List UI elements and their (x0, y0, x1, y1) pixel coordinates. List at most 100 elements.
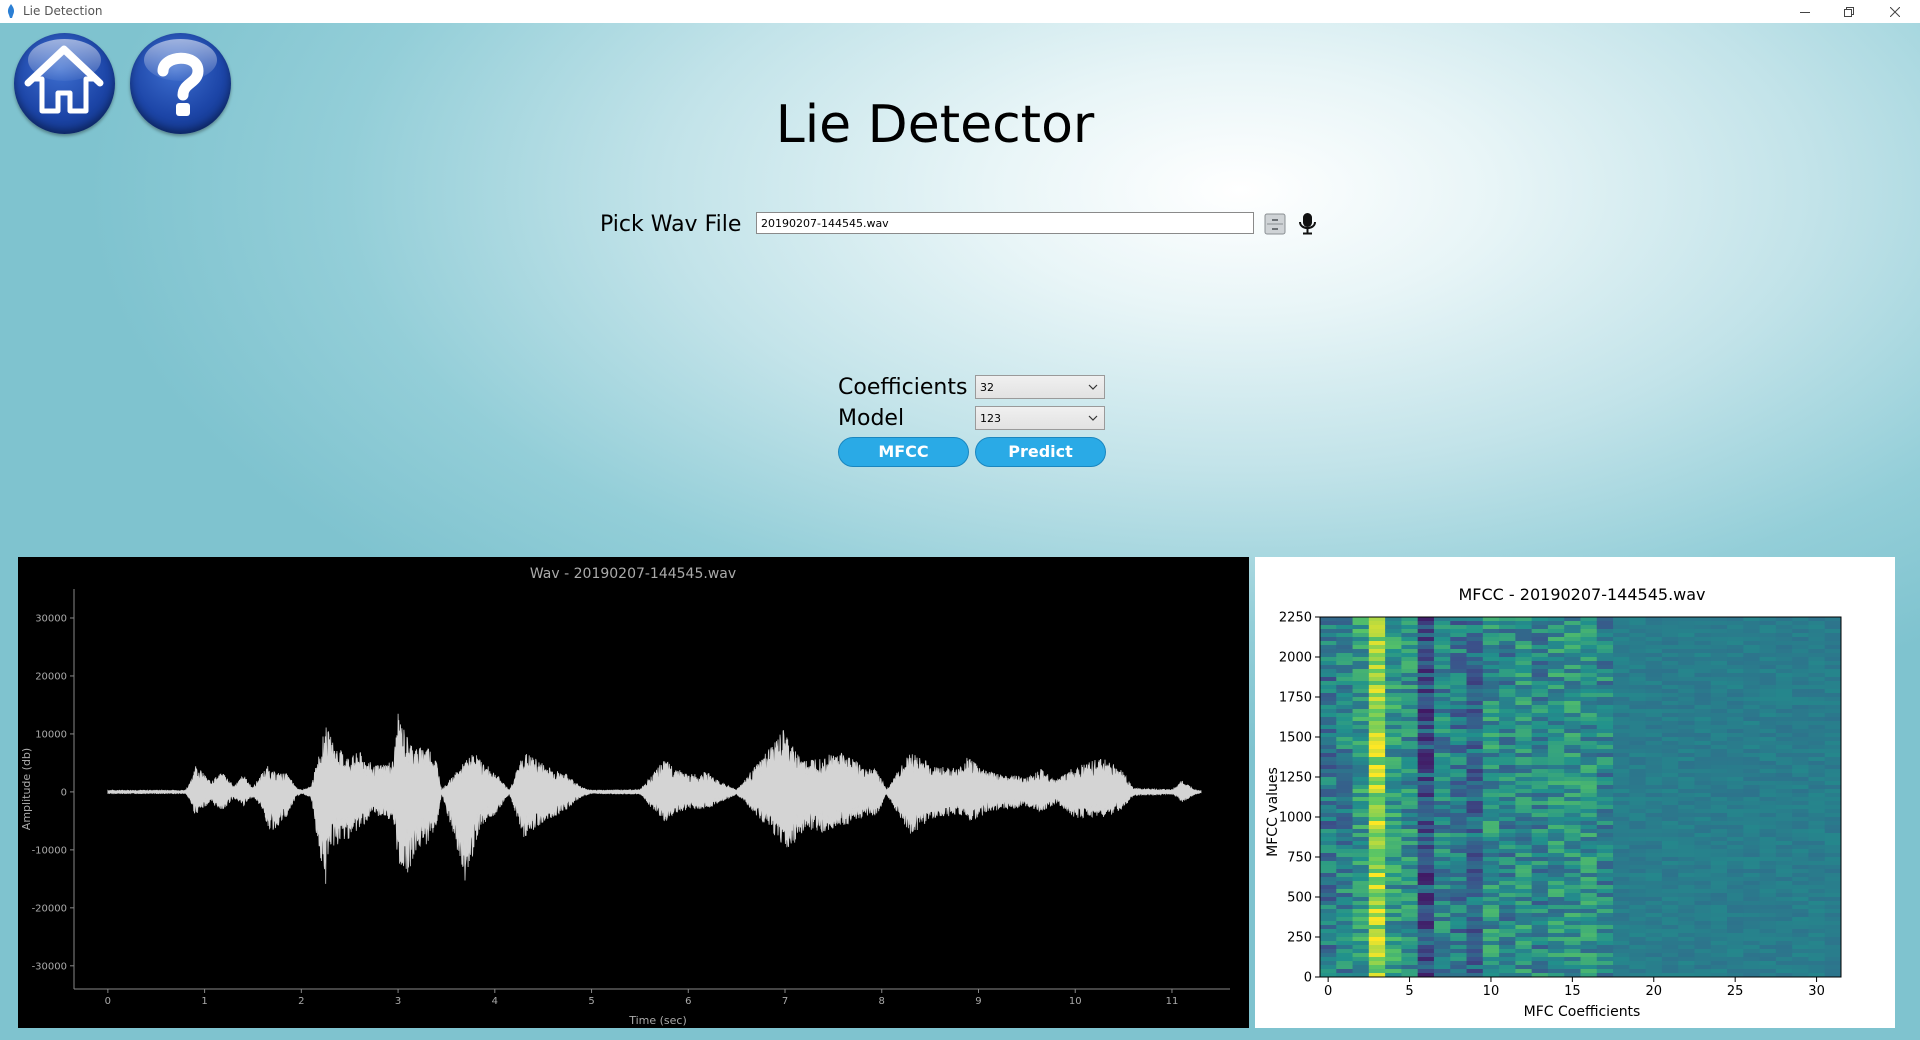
heatmap-cell (1482, 873, 1500, 878)
heatmap-cell (1824, 869, 1842, 874)
heatmap-cell (1320, 717, 1337, 722)
heatmap-cell (1450, 805, 1468, 810)
heatmap-cell (1417, 789, 1435, 794)
heatmap-cell (1450, 897, 1468, 902)
heatmap-cell (1433, 841, 1451, 846)
coefficients-select[interactable]: 32 (975, 375, 1105, 399)
heatmap-cell (1547, 685, 1565, 690)
heatmap-cell (1824, 913, 1842, 918)
heatmap-cell (1710, 793, 1728, 798)
heatmap-cell (1596, 861, 1614, 866)
heatmap-cell (1450, 785, 1468, 790)
heatmap-cell (1580, 725, 1598, 730)
heatmap-cell (1759, 753, 1777, 758)
heatmap-cell (1629, 693, 1647, 698)
heatmap-cell (1792, 941, 1809, 946)
wav-file-input[interactable] (756, 212, 1254, 234)
y-tick-label: 1250 (1279, 771, 1312, 786)
heatmap-cell (1743, 833, 1761, 838)
heatmap-cell (1368, 905, 1386, 910)
heatmap-cell (1743, 657, 1761, 662)
heatmap-cell (1433, 761, 1451, 766)
heatmap-cell (1775, 617, 1793, 622)
heatmap-cell (1759, 813, 1777, 818)
heatmap-cell (1808, 737, 1826, 742)
heatmap-cell (1352, 857, 1370, 862)
heatmap-cell (1417, 701, 1435, 706)
heatmap-cell (1645, 969, 1663, 974)
heatmap-cell (1499, 733, 1516, 738)
heatmap-cell (1482, 733, 1500, 738)
heatmap-cell (1531, 681, 1549, 686)
heatmap-cell (1743, 857, 1761, 862)
heatmap-cell (1352, 849, 1370, 854)
heatmap-cell (1824, 697, 1842, 702)
heatmap-cell (1580, 901, 1598, 906)
heatmap-cell (1629, 621, 1647, 626)
heatmap-cell (1629, 853, 1647, 858)
heatmap-cell (1743, 673, 1761, 678)
heatmap-cell (1661, 917, 1679, 922)
heatmap-cell (1368, 765, 1386, 770)
heatmap-cell (1808, 849, 1826, 854)
heatmap-cell (1401, 865, 1419, 870)
heatmap-cell (1433, 705, 1451, 710)
heatmap-cell (1466, 633, 1484, 638)
heatmap-cell (1743, 737, 1761, 742)
mfcc-button[interactable]: MFCC (838, 437, 969, 467)
heatmap-cell (1694, 921, 1712, 926)
heatmap-cell (1320, 785, 1337, 790)
heatmap-cell (1352, 733, 1370, 738)
minimize-button[interactable] (1782, 0, 1828, 23)
heatmap-cell (1792, 773, 1809, 778)
heatmap-cell (1645, 937, 1663, 942)
heatmap-cell (1808, 669, 1826, 674)
heatmap-cell (1320, 689, 1337, 694)
heatmap-cell (1515, 629, 1533, 634)
heatmap-cell (1759, 833, 1777, 838)
heatmap-cell (1352, 969, 1370, 974)
heatmap-cell (1385, 721, 1402, 726)
heatmap-cell (1824, 785, 1842, 790)
heatmap-cell (1433, 789, 1451, 794)
heatmap-cell (1824, 641, 1842, 646)
heatmap-cell (1564, 669, 1581, 674)
heatmap-cell (1759, 877, 1777, 882)
heatmap-cell (1352, 821, 1370, 826)
browse-file-button[interactable] (1263, 210, 1289, 238)
heatmap-cell (1515, 917, 1533, 922)
heatmap-cell (1775, 817, 1793, 822)
heatmap-cell (1694, 957, 1712, 962)
heatmap-cell (1596, 909, 1614, 914)
heatmap-cell (1385, 953, 1402, 958)
heatmap-cell (1417, 817, 1435, 822)
heatmap-cell (1531, 773, 1549, 778)
heatmap-cell (1824, 753, 1842, 758)
heatmap-cell (1775, 753, 1793, 758)
heatmap-cell (1401, 677, 1419, 682)
heatmap-cell (1808, 825, 1826, 830)
model-select[interactable]: 123 (975, 406, 1105, 430)
heatmap-cell (1336, 813, 1354, 818)
heatmap-cell (1792, 853, 1809, 858)
heatmap-cell (1792, 757, 1809, 762)
heatmap-cell (1531, 761, 1549, 766)
heatmap-cell (1710, 937, 1728, 942)
heatmap-cell (1661, 817, 1679, 822)
record-button[interactable] (1295, 210, 1321, 238)
x-tick-label: 11 (1166, 996, 1179, 1007)
close-button[interactable] (1872, 0, 1918, 23)
heatmap-cell (1433, 725, 1451, 730)
restore-button[interactable] (1826, 0, 1872, 23)
heatmap-cell (1515, 669, 1533, 674)
heatmap-cell (1564, 857, 1581, 862)
heatmap-cell (1792, 925, 1809, 930)
heatmap-cell (1580, 917, 1598, 922)
heatmap-cell (1564, 873, 1581, 878)
heatmap-cell (1336, 873, 1354, 878)
heatmap-cell (1547, 717, 1565, 722)
heatmap-cell (1759, 741, 1777, 746)
predict-button[interactable]: Predict (975, 437, 1106, 467)
heatmap-cell (1401, 785, 1419, 790)
heatmap-cell (1564, 953, 1581, 958)
